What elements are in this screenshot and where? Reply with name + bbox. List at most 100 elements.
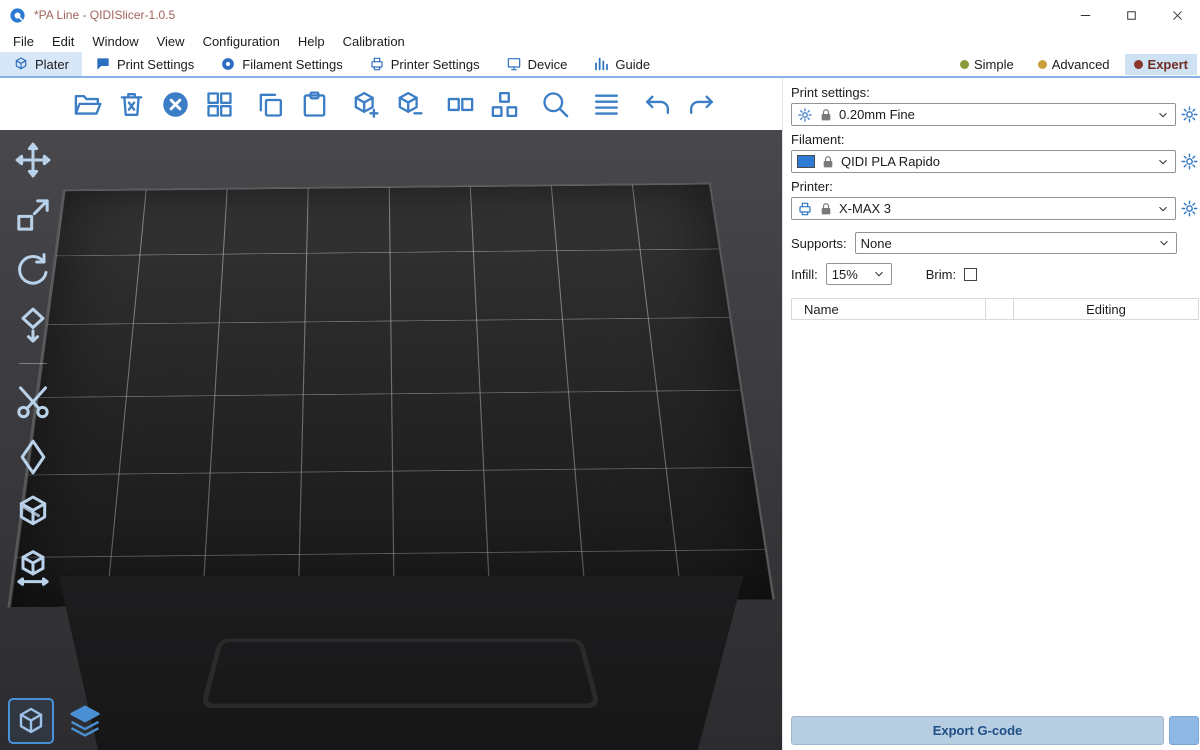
app-window: *PA Line - QIDISlicer-1.0.5 FileEditWind…: [0, 0, 1200, 750]
redo-icon[interactable]: [686, 89, 717, 120]
scene-3d[interactable]: [0, 130, 782, 750]
app-logo-icon: [9, 7, 26, 24]
mode-expert[interactable]: Expert: [1125, 54, 1197, 75]
tab-print-settings[interactable]: Print Settings: [82, 52, 207, 76]
export-gcode-button[interactable]: Export G-code: [791, 716, 1164, 745]
maximize-button[interactable]: [1108, 0, 1154, 30]
paint-icon[interactable]: [13, 492, 53, 532]
paste-icon[interactable]: [299, 89, 330, 120]
minimize-button[interactable]: [1062, 0, 1108, 30]
filament-value: QIDI PLA Rapido: [841, 154, 940, 169]
mode-label: Simple: [974, 57, 1014, 72]
filament-gear-button[interactable]: [1180, 152, 1199, 171]
menu-help[interactable]: Help: [289, 32, 334, 51]
view-layers-button[interactable]: [62, 698, 108, 744]
printer-bed-base: [48, 576, 754, 750]
tab-filament-settings[interactable]: Filament Settings: [207, 52, 355, 76]
add-instance-icon[interactable]: [350, 89, 381, 120]
chevron-down-icon: [1157, 236, 1171, 250]
copy-icon[interactable]: [255, 89, 286, 120]
tab-label: Guide: [615, 57, 650, 72]
infill-value: 15%: [832, 267, 858, 282]
menu-file[interactable]: File: [4, 32, 43, 51]
chevron-down-icon: [872, 267, 886, 281]
guide-icon: [593, 56, 609, 72]
column-header-editing[interactable]: Editing: [1014, 299, 1198, 319]
measure-icon[interactable]: [13, 547, 53, 587]
rotate-icon[interactable]: [13, 250, 53, 290]
chevron-down-icon: [1156, 155, 1170, 169]
infill-row: Infill: 15% Brim:: [791, 263, 1177, 285]
view-3d-button[interactable]: [8, 698, 54, 744]
brim-checkbox[interactable]: [964, 268, 977, 281]
layer-height-icon[interactable]: [591, 89, 622, 120]
delete-all-icon[interactable]: [160, 89, 191, 120]
menu-view[interactable]: View: [148, 32, 194, 51]
delete-icon[interactable]: [116, 89, 147, 120]
object-table-header: Name Editing: [791, 298, 1199, 320]
menubar: FileEditWindowViewConfigurationHelpCalib…: [0, 30, 1200, 52]
toolbar-divider: [19, 363, 47, 364]
chevron-down-icon: [1156, 108, 1170, 122]
infill-label: Infill:: [791, 267, 818, 282]
infill-select[interactable]: 15%: [826, 263, 892, 285]
scale-icon[interactable]: [13, 195, 53, 235]
move-icon[interactable]: [13, 140, 53, 180]
cut-icon[interactable]: [13, 382, 53, 422]
close-button[interactable]: [1154, 0, 1200, 30]
menu-configuration[interactable]: Configuration: [194, 32, 289, 51]
split-objects-icon[interactable]: [445, 89, 476, 120]
open-icon[interactable]: [72, 89, 103, 120]
remove-instance-icon[interactable]: [394, 89, 425, 120]
window-controls: [1062, 0, 1200, 30]
printer-label: Printer:: [791, 179, 1199, 194]
supports-select[interactable]: None: [855, 232, 1177, 254]
viewport-3d[interactable]: [0, 78, 782, 750]
tab-plater[interactable]: Plater: [0, 52, 82, 76]
tab-label: Plater: [35, 57, 69, 72]
print-settings-value: 0.20mm Fine: [839, 107, 915, 122]
tab-device[interactable]: Device: [493, 52, 581, 76]
print-settings-label: Print settings:: [791, 85, 1199, 100]
print-settings-select[interactable]: 0.20mm Fine: [791, 103, 1176, 126]
tab-label: Filament Settings: [242, 57, 342, 72]
split-parts-icon[interactable]: [489, 89, 520, 120]
menu-calibration[interactable]: Calibration: [334, 32, 414, 51]
menu-edit[interactable]: Edit: [43, 32, 83, 51]
tab-label: Printer Settings: [391, 57, 480, 72]
flatten-icon[interactable]: [13, 305, 53, 345]
undo-icon[interactable]: [642, 89, 673, 120]
tab-printer-settings[interactable]: Printer Settings: [356, 52, 493, 76]
export-options-button[interactable]: [1169, 716, 1199, 745]
object-list[interactable]: [791, 320, 1199, 716]
plater-icon: [13, 56, 29, 72]
arrange-icon[interactable]: [204, 89, 235, 120]
search-icon[interactable]: [540, 89, 571, 120]
printer-gear-button[interactable]: [1180, 199, 1199, 218]
export-row: Export G-code: [791, 716, 1199, 745]
mode-advanced[interactable]: Advanced: [1029, 54, 1119, 75]
filament-color-swatch: [797, 155, 815, 168]
main-tabs: Plater Print Settings Filament Settings Pri…: [0, 52, 663, 76]
seam-icon[interactable]: [13, 437, 53, 477]
print-settings-gear-button[interactable]: [1180, 105, 1199, 124]
sidebar: Print settings: 0.20mm Fine Filament: QI…: [782, 78, 1200, 750]
mode-simple[interactable]: Simple: [951, 54, 1023, 75]
mode-dot: [1038, 60, 1047, 69]
supports-value: None: [861, 236, 892, 251]
mode-dot: [1134, 60, 1143, 69]
filament-row: QIDI PLA Rapido: [791, 150, 1199, 173]
supports-row: Supports: None: [791, 232, 1177, 254]
lock-icon: [818, 107, 834, 123]
tab-guide[interactable]: Guide: [580, 52, 663, 76]
column-header-name[interactable]: Name: [792, 299, 986, 319]
printer-select[interactable]: X-MAX 3: [791, 197, 1176, 220]
tab-label: Print Settings: [117, 57, 194, 72]
gear-icon: [797, 107, 813, 123]
mode-dot: [960, 60, 969, 69]
filament-select[interactable]: QIDI PLA Rapido: [791, 150, 1176, 173]
menu-window[interactable]: Window: [83, 32, 147, 51]
mode-label: Expert: [1148, 57, 1188, 72]
mode-label: Advanced: [1052, 57, 1110, 72]
lock-icon: [820, 154, 836, 170]
